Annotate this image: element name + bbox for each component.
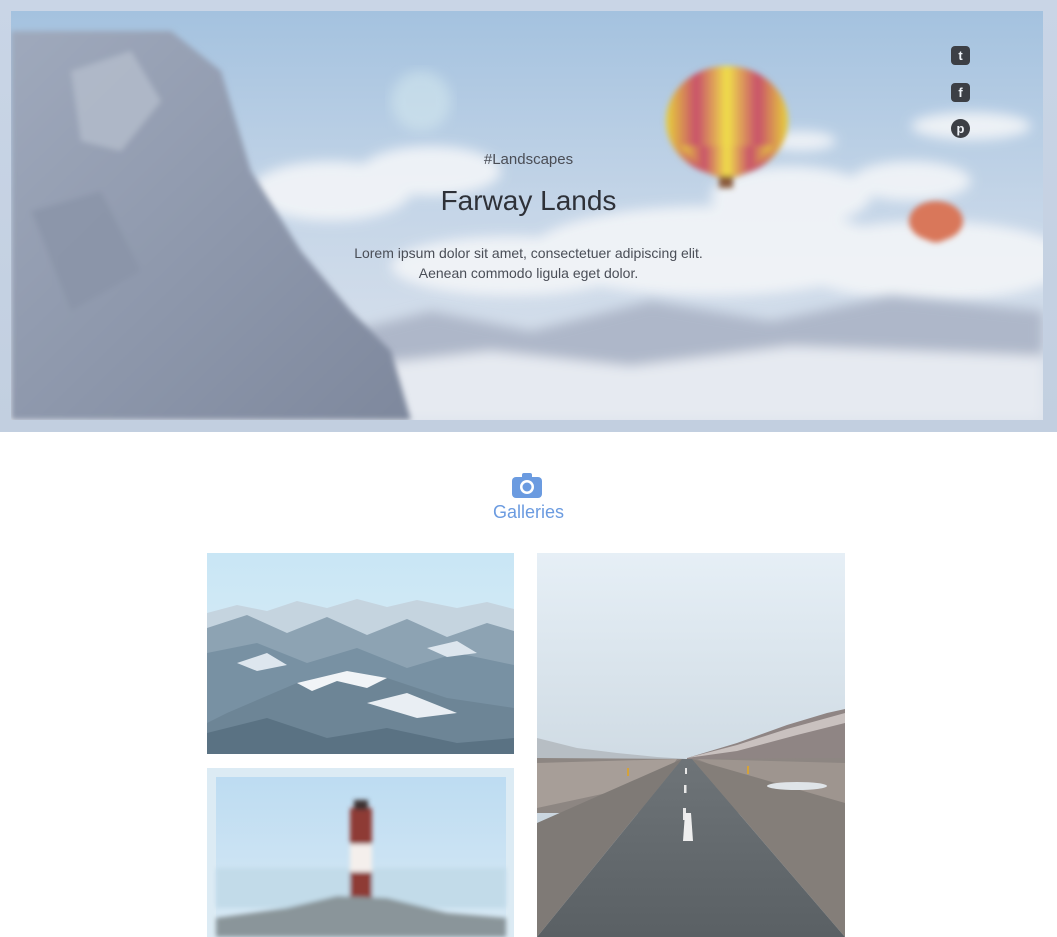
hero-banner: t f p #Landscapes Farway Lands Lorem ips… [0,0,1057,432]
pinterest-icon[interactable]: p [951,119,970,138]
camera-icon [512,473,542,498]
tumblr-icon[interactable]: t [951,46,970,65]
hero-title: Farway Lands [440,185,617,216]
gallery-tile-road[interactable] [537,553,845,937]
facebook-icon[interactable]: f [951,83,970,102]
gallery-tile-lighthouse[interactable] [207,768,514,937]
hero-description-line-1: Lorem ipsum dolor sit amet, consectetuer… [354,245,703,261]
lighthouse-image [207,768,514,937]
mountains-image [207,553,514,754]
hero-tag[interactable]: #Landscapes [0,151,1057,168]
galleries-title: Galleries [492,502,565,522]
hero-description-line-2: Aenean commodo ligula eget dolor. [418,265,639,281]
road-image [537,553,845,937]
hero-description: Lorem ipsum dolor sit amet, consectetuer… [0,243,1057,283]
gallery-tile-mountains[interactable] [207,553,514,754]
